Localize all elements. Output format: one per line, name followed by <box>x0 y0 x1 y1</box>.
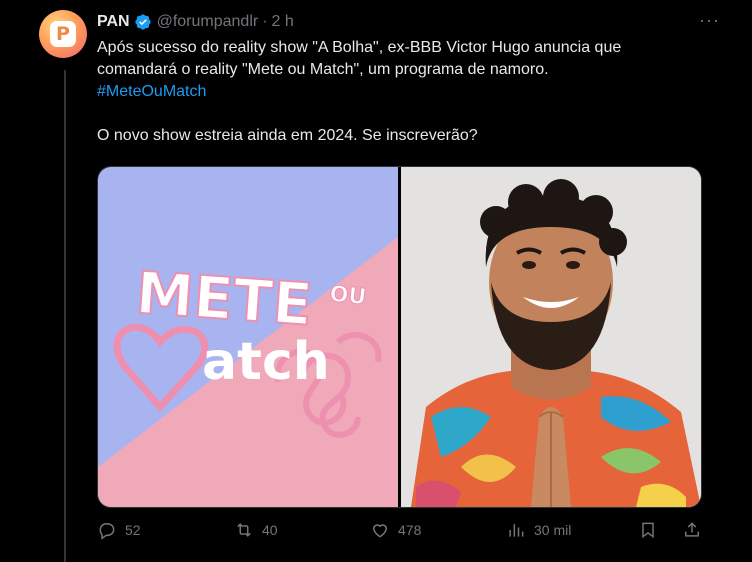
tweet-text-line-2: comandará o reality "Mete ou Match", um … <box>97 61 549 78</box>
heart-outline-icon <box>372 524 388 538</box>
hashtag-link[interactable]: #MeteOuMatch <box>97 83 206 100</box>
logo-word-ou: OU <box>328 282 367 311</box>
bookmark-button[interactable] <box>638 520 658 540</box>
repost-button[interactable]: 40 <box>234 520 278 540</box>
tweet-text-line-1: Após sucesso do reality show "A Bolha", … <box>97 39 622 56</box>
thread-line <box>64 70 66 562</box>
media-grid[interactable]: METE OU atch <box>97 166 702 508</box>
host-photo[interactable] <box>401 167 701 507</box>
host-portrait <box>401 167 701 507</box>
tweet-actions: 52 40 478 30 mil <box>97 520 702 546</box>
avatar[interactable]: P <box>39 10 87 58</box>
logo-word-atch: atch <box>202 332 330 392</box>
repost-icon <box>237 523 251 537</box>
share-icon <box>685 522 699 537</box>
bookmark-icon <box>642 522 654 539</box>
more-options-icon[interactable]: ··· <box>699 10 720 31</box>
views-chart-icon <box>509 524 524 537</box>
like-button[interactable]: 478 <box>370 520 421 540</box>
logo-word-mete: METE <box>134 259 315 339</box>
reply-count: 52 <box>125 522 141 538</box>
tweet-text: Após sucesso do reality show "A Bolha", … <box>97 37 717 147</box>
show-logo-image[interactable]: METE OU atch <box>98 167 398 507</box>
tweet-question: O novo show estreia ainda em 2024. Se in… <box>97 127 478 144</box>
avatar-logo: P <box>50 21 76 47</box>
share-button[interactable] <box>682 520 702 540</box>
author-name[interactable]: PAN <box>97 13 130 31</box>
show-logo-artwork: METE OU atch <box>98 167 398 507</box>
timestamp[interactable]: 2 h <box>272 13 294 31</box>
repost-count: 40 <box>262 522 278 538</box>
separator-dot: · <box>262 13 268 30</box>
views-count: 30 mil <box>534 522 572 538</box>
tweet-header: PAN @forumpandlr · 2 h <box>97 11 732 33</box>
reply-icon <box>99 523 115 540</box>
actions-right <box>638 520 702 540</box>
author-handle[interactable]: @forumpandlr <box>157 13 259 31</box>
like-count: 478 <box>398 522 422 538</box>
verified-badge-icon[interactable] <box>134 13 152 31</box>
reply-button[interactable]: 52 <box>97 520 141 540</box>
views-button[interactable]: 30 mil <box>506 520 571 540</box>
